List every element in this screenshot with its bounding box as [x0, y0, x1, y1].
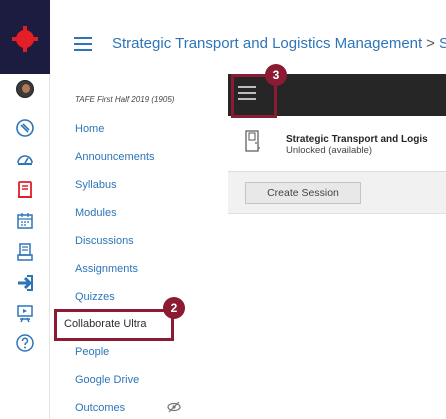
commons-icon[interactable] — [0, 299, 50, 329]
nav-syllabus[interactable]: Syllabus — [75, 179, 117, 191]
course-header: Strategic Transport and Logistics Manage… — [50, 0, 446, 74]
global-nav-rail — [0, 0, 50, 419]
nav-modules[interactable]: Modules — [75, 207, 117, 219]
logout-arrow-icon[interactable] — [0, 268, 50, 298]
session-door-icon — [245, 130, 260, 152]
course-menu-toggle-icon[interactable] — [74, 37, 92, 51]
session-toolbar: Create Session — [228, 172, 446, 214]
nav-google-drive[interactable]: Google Drive — [75, 374, 139, 386]
nav-outcomes[interactable]: Outcomes — [75, 402, 125, 414]
callout-badge-2: 2 — [163, 297, 185, 319]
eye-off-icon — [167, 401, 181, 413]
breadcrumb-separator: > — [426, 35, 435, 52]
breadcrumb-current: St — [438, 35, 446, 52]
nav-quizzes[interactable]: Quizzes — [75, 291, 115, 303]
inbox-icon[interactable] — [0, 237, 50, 267]
session-row[interactable]: Strategic Transport and Logis Unlocked (… — [228, 116, 446, 172]
nav-discussions[interactable]: Discussions — [75, 235, 134, 247]
help-icon[interactable] — [0, 328, 50, 358]
calendar-icon[interactable] — [0, 206, 50, 236]
nav-people[interactable]: People — [75, 346, 109, 358]
nav-announcements[interactable]: Announcements — [75, 151, 155, 163]
nav-highlight-box — [54, 309, 174, 341]
callout-badge-3: 3 — [265, 64, 287, 86]
collaborate-panel: Strategic Transport and Logis Unlocked (… — [228, 74, 446, 419]
nav-assignments[interactable]: Assignments — [75, 263, 138, 275]
session-title[interactable]: Strategic Transport and Logis — [286, 134, 428, 145]
admin-icon[interactable] — [0, 113, 50, 143]
nav-home[interactable]: Home — [75, 123, 104, 135]
breadcrumb-course-link[interactable]: Strategic Transport and Logistics Manage… — [112, 35, 422, 52]
session-status: Unlocked (available) — [286, 145, 373, 156]
logo-icon — [12, 26, 38, 52]
institution-logo[interactable] — [0, 0, 50, 74]
account-avatar[interactable] — [16, 80, 34, 98]
courses-icon[interactable] — [0, 175, 50, 205]
breadcrumb: Strategic Transport and Logistics Manage… — [112, 35, 446, 52]
dashboard-icon[interactable] — [0, 144, 50, 174]
create-session-button[interactable]: Create Session — [245, 182, 361, 204]
course-term: TAFE First Half 2019 (1905) — [75, 95, 175, 104]
